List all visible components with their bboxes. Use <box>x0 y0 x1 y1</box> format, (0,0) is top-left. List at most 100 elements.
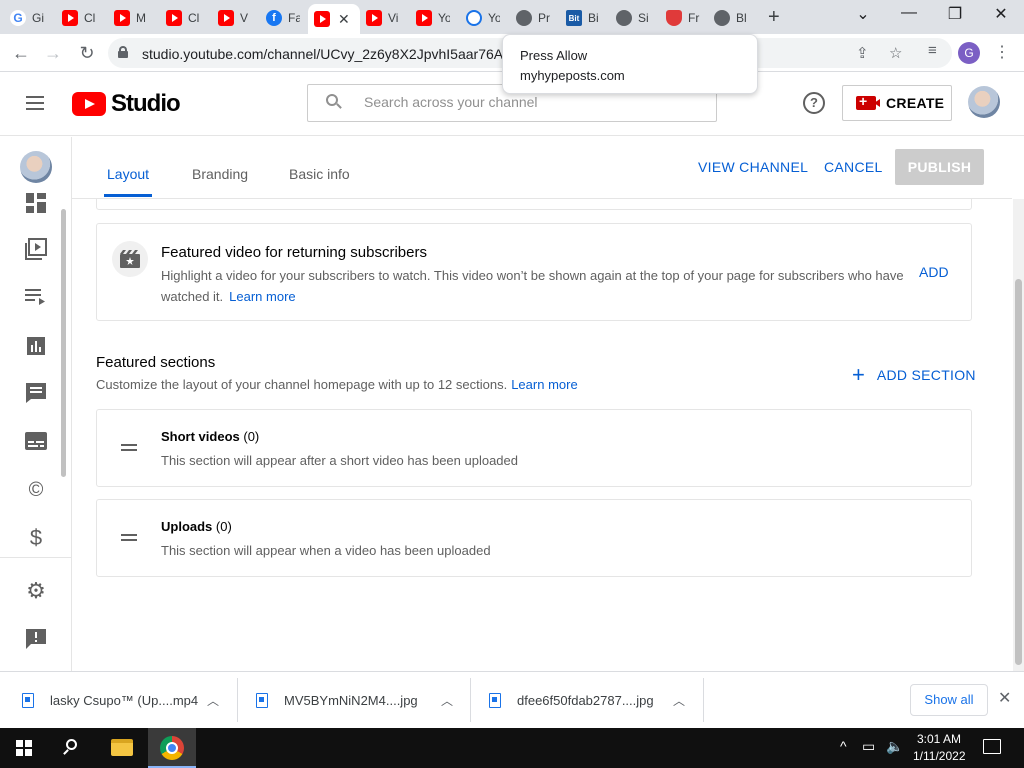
youtube-icon <box>114 10 130 26</box>
chrome-icon <box>160 736 184 760</box>
show-all-button[interactable]: Show all <box>910 684 988 716</box>
clock-date[interactable]: 1/11/2022 <box>913 749 966 763</box>
add-section-button[interactable]: + ADD SECTION <box>852 364 976 386</box>
cancel-button[interactable]: CANCEL <box>824 159 883 175</box>
youtube-icon <box>366 10 382 26</box>
learn-more-link[interactable]: Learn more <box>229 289 295 304</box>
browser-menu-icon[interactable]: ⋮ <box>994 42 1010 62</box>
file-explorer-icon[interactable] <box>111 739 133 756</box>
youtube-icon <box>314 11 330 27</box>
featured-video-icon <box>112 241 148 277</box>
monetization-icon[interactable]: $ <box>24 525 48 550</box>
new-tab-button[interactable]: + <box>768 6 780 29</box>
section-name: Uploads <box>161 519 213 534</box>
taskbar-chrome-button[interactable] <box>148 728 196 768</box>
section-card[interactable]: Uploads (0) This section will appear whe… <box>96 499 972 577</box>
channel-avatar[interactable] <box>20 151 52 183</box>
clock-time[interactable]: 3:01 AM <box>917 732 961 746</box>
share-icon[interactable]: ⇪ <box>856 44 869 62</box>
close-tab-icon[interactable]: ✕ <box>338 11 350 28</box>
windows-start-icon[interactable] <box>16 740 32 756</box>
browser-tab[interactable]: Yo <box>410 4 460 32</box>
browser-tab[interactable]: Bl <box>708 4 758 32</box>
drag-handle-icon[interactable] <box>121 444 137 452</box>
facebook-icon: f <box>266 10 282 26</box>
url-text[interactable]: studio.youtube.com/channel/UCvy_2z6y8X2J… <box>142 46 507 62</box>
tab-branding[interactable]: Branding <box>192 166 248 182</box>
subtitles-icon[interactable] <box>24 429 48 453</box>
notification-popup[interactable]: Press Allow myhypeposts.com <box>502 34 758 94</box>
media-control-icon[interactable]: ≡ <box>928 42 937 59</box>
globe-icon <box>714 10 730 26</box>
minimize-icon[interactable]: — <box>894 4 924 22</box>
window-close-icon[interactable]: ✕ <box>986 4 1016 24</box>
publish-button[interactable]: PUBLISH <box>895 149 984 185</box>
add-featured-video-button[interactable]: ADD <box>919 264 949 280</box>
tab-layout[interactable]: Layout <box>107 166 149 182</box>
tray-expand-icon[interactable]: ^ <box>840 738 847 754</box>
browser-tab[interactable]: Cl <box>160 4 210 32</box>
forward-arrow-icon[interactable]: → <box>40 40 66 66</box>
browser-tab[interactable]: f Fa <box>260 4 310 32</box>
browser-tab[interactable]: M <box>108 4 158 32</box>
settings-icon[interactable]: ⚙ <box>24 578 48 603</box>
browser-tab-active[interactable]: ✕ <box>308 4 360 34</box>
feedback-icon[interactable] <box>24 627 48 651</box>
sidebar-scrollbar[interactable] <box>61 209 66 477</box>
copyright-icon[interactable]: © <box>24 478 48 502</box>
youtube-icon <box>218 10 234 26</box>
view-channel-button[interactable]: VIEW CHANNEL <box>698 159 808 175</box>
chevron-up-icon[interactable]: ︿ <box>207 692 219 709</box>
profile-avatar[interactable]: G <box>958 42 980 64</box>
browser-tab[interactable]: Bit Bi <box>560 4 610 32</box>
playlists-icon[interactable] <box>24 285 48 309</box>
help-icon[interactable]: ? <box>803 92 825 114</box>
youtube-icon <box>62 10 78 26</box>
bookmark-star-icon[interactable]: ☆ <box>889 44 902 62</box>
analytics-icon[interactable] <box>24 334 48 358</box>
browser-tab[interactable]: G Gi <box>4 4 54 32</box>
maximize-icon[interactable]: ❐ <box>940 4 970 24</box>
bitly-icon: Bit <box>566 10 582 26</box>
browser-tab[interactable]: Pr <box>510 4 560 32</box>
google-icon: G <box>10 10 26 26</box>
page-scrollbar[interactable] <box>1013 199 1024 671</box>
comments-icon[interactable] <box>24 381 48 405</box>
dashboard-icon[interactable] <box>24 191 48 215</box>
tab-basic-info[interactable]: Basic info <box>289 166 350 182</box>
active-tab-indicator <box>104 194 152 197</box>
close-icon[interactable]: ✕ <box>998 688 1011 708</box>
create-button[interactable]: CREATE <box>842 85 952 121</box>
hamburger-menu-icon[interactable] <box>26 96 46 112</box>
studio-logo[interactable]: Studio <box>72 90 181 118</box>
browser-tab[interactable]: Yo <box>460 4 510 32</box>
chevron-up-icon[interactable]: ︿ <box>673 692 685 709</box>
back-arrow-icon[interactable]: ← <box>8 40 34 66</box>
chevron-up-icon[interactable]: ︿ <box>441 692 453 709</box>
download-item[interactable]: MV5BYmNiN2M4....jpg <box>256 680 418 720</box>
previous-card <box>96 199 972 210</box>
browser-tab[interactable]: Si <box>610 4 660 32</box>
section-card[interactable]: Short videos (0) This section will appea… <box>96 409 972 487</box>
drag-handle-icon[interactable] <box>121 534 137 542</box>
network-icon[interactable]: ▭ <box>862 738 875 755</box>
download-item[interactable]: lasky Csupo™ (Up....mp4 <box>22 680 198 720</box>
search-input[interactable] <box>364 94 704 110</box>
browser-tab[interactable]: Fr <box>660 4 710 32</box>
tab-search-icon[interactable]: ⌄ <box>848 4 878 24</box>
section-description: This section will appear after a short v… <box>161 453 518 468</box>
youtube-icon <box>416 10 432 26</box>
volume-muted-icon[interactable]: 🔈 <box>886 738 903 755</box>
notifications-icon[interactable] <box>983 739 1001 754</box>
account-avatar[interactable] <box>968 86 1000 118</box>
content-icon[interactable] <box>24 237 48 261</box>
learn-more-link[interactable]: Learn more <box>511 377 577 392</box>
download-item[interactable]: dfee6f50fdab2787....jpg <box>489 680 654 720</box>
browser-tab[interactable]: Cl <box>56 4 106 32</box>
browser-tab[interactable]: V <box>212 4 262 32</box>
browser-tab[interactable]: Vi <box>360 4 410 32</box>
lock-icon[interactable] <box>118 46 128 58</box>
scrollbar-thumb[interactable] <box>1015 279 1022 665</box>
taskbar-search-icon[interactable] <box>63 739 79 755</box>
reload-icon[interactable]: ↻ <box>74 40 100 66</box>
